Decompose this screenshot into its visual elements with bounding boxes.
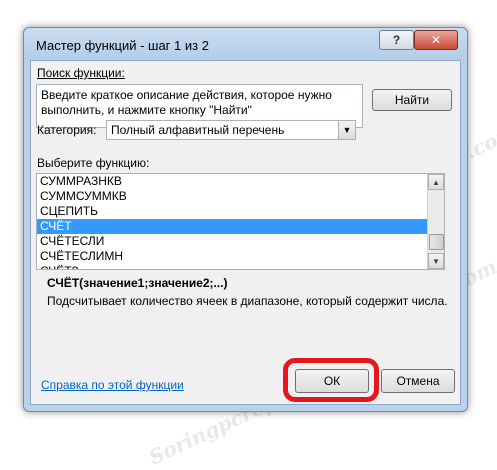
scroll-up-icon[interactable]: ▲ — [428, 174, 444, 190]
scroll-thumb[interactable] — [429, 234, 444, 250]
function-list-item[interactable]: СЦЕПИТЬ — [37, 204, 430, 219]
search-label: Поиск функции: — [37, 66, 125, 80]
function-list-item[interactable]: СУММРАЗНКВ — [37, 174, 430, 189]
scrollbar[interactable]: ▲ ▼ — [427, 174, 444, 269]
function-list-label: Выберите функцию: — [37, 156, 150, 170]
help-button[interactable]: ? — [379, 30, 414, 50]
function-signature: СЧЁТ(значение1;значение2;...) — [47, 276, 228, 290]
find-button[interactable]: Найти — [372, 89, 452, 111]
function-help-link[interactable]: Справка по этой функции — [41, 378, 184, 392]
title-bar[interactable]: Мастер функций - шаг 1 из 2 ? ✕ — [24, 28, 467, 60]
question-icon: ? — [392, 33, 401, 47]
chevron-down-icon[interactable]: ▼ — [338, 121, 355, 139]
category-label: Категория: — [37, 123, 97, 137]
function-description: Подсчитывает количество ячеек в диапазон… — [47, 294, 448, 308]
function-list-item[interactable]: СУММСУММКВ — [37, 189, 430, 204]
function-list-item[interactable]: СЧЁТЕСЛИМН — [37, 249, 430, 264]
ok-button[interactable]: ОК — [295, 369, 369, 393]
function-list-item[interactable]: СЧЁТ — [37, 219, 430, 234]
category-select[interactable]: Полный алфавитный перечень ▼ — [106, 120, 356, 140]
close-icon: ✕ — [430, 33, 442, 47]
function-list[interactable]: СУММРАЗНКВ СУММСУММКВ СЦЕПИТЬ СЧЁТ СЧЁТЕСЛИ С… — [36, 173, 445, 270]
scroll-down-icon[interactable]: ▼ — [428, 253, 444, 269]
function-list-item[interactable]: СЧЁТЗ — [37, 264, 430, 269]
function-list-item[interactable]: СЧЁТЕСЛИ — [37, 234, 430, 249]
dialog-body: Поиск функции: Введите краткое описание … — [30, 60, 461, 405]
category-selected-value: Полный алфавитный перечень — [111, 123, 285, 137]
close-button[interactable]: ✕ — [414, 30, 458, 50]
dialog-title: Мастер функций - шаг 1 из 2 — [36, 38, 209, 53]
cancel-button[interactable]: Отмена — [381, 369, 455, 393]
function-wizard-dialog: Мастер функций - шаг 1 из 2 ? ✕ Поиск фу… — [23, 27, 468, 412]
